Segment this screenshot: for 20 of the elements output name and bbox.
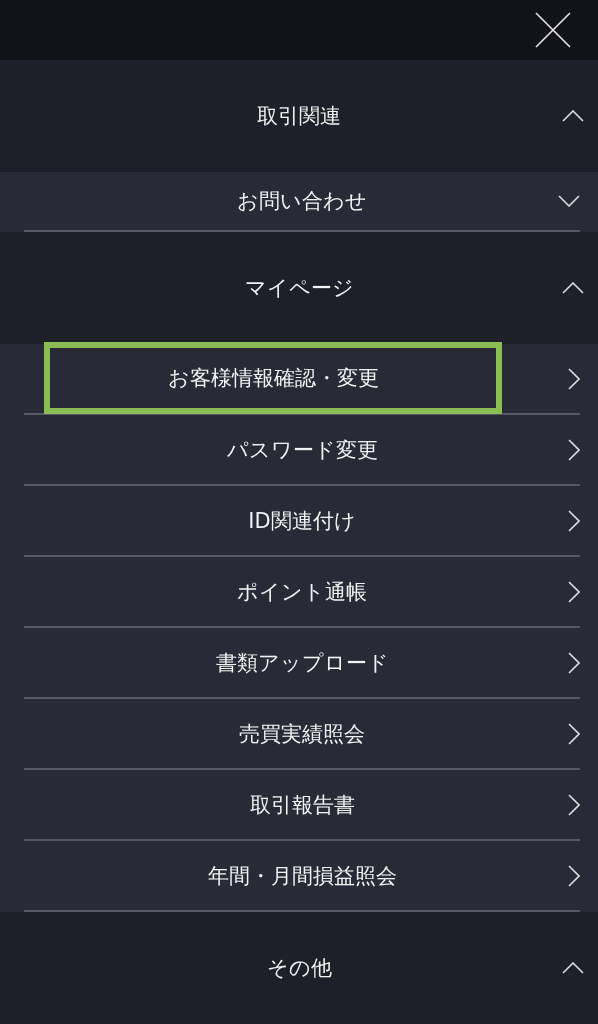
- menu-item[interactable]: パスワード変更: [24, 415, 580, 486]
- chevron-right-icon: [568, 367, 580, 390]
- chevron-right-icon: [568, 509, 580, 532]
- chevron-down-icon: [558, 195, 580, 207]
- chevron-right-icon: [568, 438, 580, 461]
- menu-item[interactable]: ポイント通帳: [24, 557, 580, 628]
- chevron-up-icon: [562, 962, 584, 974]
- menu-item[interactable]: 取引報告書: [24, 770, 580, 841]
- chevron-right-icon: [568, 722, 580, 745]
- menu-item[interactable]: 書類アップロード: [24, 628, 580, 699]
- menu-item[interactable]: ID関連付け: [24, 486, 580, 557]
- chevron-right-icon: [568, 793, 580, 816]
- chevron-up-icon: [562, 110, 584, 122]
- menu-item[interactable]: 売買実績照会: [24, 699, 580, 770]
- close-icon: [534, 11, 572, 49]
- chevron-up-icon: [562, 282, 584, 294]
- chevron-right-icon: [568, 580, 580, 603]
- chevron-right-icon: [568, 864, 580, 887]
- chevron-right-icon: [568, 651, 580, 674]
- close-button[interactable]: [534, 11, 572, 49]
